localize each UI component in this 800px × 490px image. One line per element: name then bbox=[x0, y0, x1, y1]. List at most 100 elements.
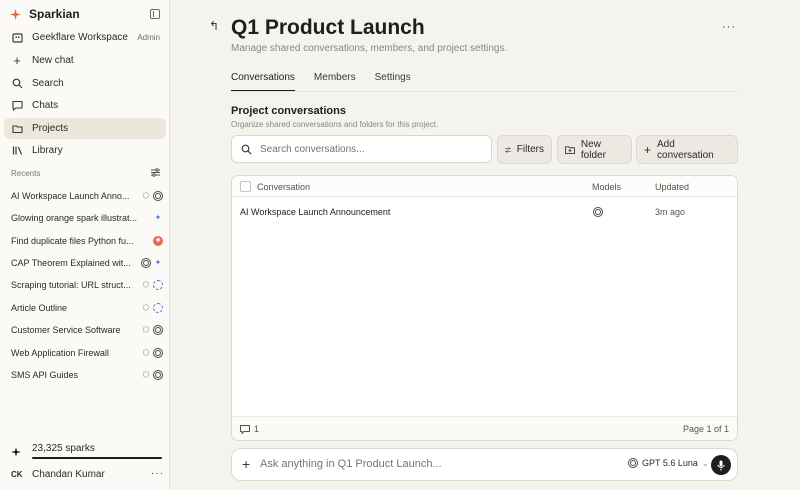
more-options-icon[interactable]: ··· bbox=[722, 21, 736, 33]
section-title: Project conversations bbox=[231, 105, 346, 117]
add-conversation-button-label: Add conversation bbox=[657, 138, 714, 161]
user-name[interactable]: Chandan Kumar bbox=[32, 469, 105, 480]
gpt-icon bbox=[593, 207, 603, 217]
brand[interactable]: Sparkian bbox=[10, 6, 80, 22]
sidebar-item-label: Projects bbox=[32, 123, 69, 134]
building-icon bbox=[11, 32, 23, 44]
gpt-icon bbox=[153, 325, 163, 335]
folder-plus-icon bbox=[565, 145, 575, 154]
recent-chat-item[interactable]: Web Application Firewall ⬡ bbox=[11, 345, 163, 361]
column-header-updated[interactable]: Updated bbox=[655, 182, 689, 192]
gpt-icon bbox=[141, 258, 151, 268]
section-subtitle: Organize shared conversations and folder… bbox=[231, 120, 439, 129]
library-icon bbox=[11, 145, 23, 157]
table-footer: 1 Page 1 of 1 bbox=[232, 416, 737, 440]
recent-chat-item[interactable]: Find duplicate files Python fu... ✺ bbox=[11, 233, 163, 249]
chat-icon bbox=[240, 424, 250, 434]
claude-icon: ✺ bbox=[153, 236, 163, 246]
conversation-title: AI Workspace Launch Announcement bbox=[240, 207, 391, 217]
filter-icon bbox=[505, 147, 511, 152]
page-subtitle: Manage shared conversations, members, an… bbox=[231, 43, 508, 54]
recent-chat-title: Customer Service Software bbox=[11, 325, 121, 335]
gpt-icon bbox=[628, 458, 638, 468]
gemini-icon: ✦ bbox=[154, 213, 162, 222]
recent-chat-item[interactable]: AI Workspace Launch Anno... ⬡ bbox=[11, 188, 163, 204]
sidebar-item-projects[interactable]: Projects bbox=[4, 118, 166, 139]
recent-chat-item[interactable]: CAP Theorem Explained wit... ✦ bbox=[11, 255, 163, 271]
recent-chat-title: Web Application Firewall bbox=[11, 348, 109, 358]
column-header-models[interactable]: Models bbox=[592, 182, 621, 192]
recent-chat-title: Article Outline bbox=[11, 303, 68, 313]
cube-icon: ⬡ bbox=[142, 280, 150, 289]
sidebar-item-label: Library bbox=[32, 145, 63, 156]
recent-chat-title: AI Workspace Launch Anno... bbox=[11, 191, 130, 201]
search-input[interactable] bbox=[260, 143, 480, 155]
sparks-balance: 23,325 sparks bbox=[32, 443, 95, 454]
chat-icon bbox=[11, 100, 23, 112]
tab-members[interactable]: Members bbox=[314, 72, 356, 92]
chat-input[interactable] bbox=[260, 458, 590, 470]
back-arrow-icon[interactable]: ↰ bbox=[209, 19, 219, 33]
sidebar-item-new-chat[interactable]: + New chat bbox=[4, 50, 166, 71]
sidebar-item-label: New chat bbox=[32, 55, 74, 66]
avatar[interactable]: CK bbox=[11, 470, 23, 479]
tabs-divider bbox=[231, 91, 738, 92]
new-folder-button[interactable]: New folder bbox=[557, 135, 632, 164]
sidebar-item-search[interactable]: Search bbox=[4, 73, 166, 94]
tab-settings[interactable]: Settings bbox=[375, 72, 411, 92]
search-box[interactable] bbox=[231, 135, 492, 163]
sidebar-item-chats[interactable]: Chats bbox=[4, 95, 166, 116]
attach-plus-icon[interactable]: + bbox=[242, 456, 250, 472]
recent-chat-item[interactable]: Glowing orange spark illustrat... ✦ bbox=[11, 210, 163, 226]
recent-chat-item[interactable]: SMS API Guides ⬡ bbox=[11, 367, 163, 383]
recents-heading: Recents bbox=[11, 169, 41, 178]
sparks-icon bbox=[11, 447, 21, 457]
sidebar-item-library[interactable]: Library bbox=[4, 140, 166, 161]
search-icon bbox=[241, 144, 252, 154]
recent-chat-title: SMS API Guides bbox=[11, 370, 79, 380]
projects-icon bbox=[11, 123, 23, 135]
model-selector[interactable]: GPT 5.6 Luna ⌄ bbox=[628, 458, 709, 468]
cube-icon: ⬡ bbox=[142, 191, 150, 200]
microphone-icon bbox=[717, 460, 725, 470]
cube-icon: ⬡ bbox=[142, 325, 150, 334]
perplexity-icon bbox=[153, 280, 163, 290]
table-row[interactable]: AI Workspace Launch Announcement 3m ago bbox=[232, 198, 737, 226]
search-icon bbox=[11, 78, 23, 90]
model-name: GPT 5.6 Luna bbox=[642, 458, 698, 468]
recent-chat-title: Find duplicate files Python fu... bbox=[11, 236, 134, 246]
recent-chat-item[interactable]: Customer Service Software ⬡ bbox=[11, 322, 163, 338]
column-header-conversation[interactable]: Conversation bbox=[257, 182, 310, 192]
recent-chat-item[interactable]: Article Outline ⬡ bbox=[11, 300, 163, 316]
sidebar: Sparkian Geekflare Workspace Admin + New… bbox=[0, 0, 170, 490]
sidebar-item-label: Search bbox=[32, 78, 64, 89]
updated-time: 3m ago bbox=[655, 207, 686, 217]
filter-icon[interactable] bbox=[151, 168, 160, 177]
workspace-role-badge: Admin bbox=[137, 33, 160, 42]
table-header: Conversation Models Updated bbox=[232, 176, 737, 197]
workspace-switcher[interactable]: Geekflare Workspace Admin bbox=[4, 27, 166, 48]
recent-chat-title: CAP Theorem Explained wit... bbox=[11, 258, 131, 268]
gemini-icon: ✦ bbox=[154, 258, 162, 267]
sidebar-item-label: Chats bbox=[32, 100, 59, 111]
more-icon[interactable]: ··· bbox=[151, 468, 164, 479]
select-all-checkbox[interactable] bbox=[240, 181, 251, 192]
conversations-table: Conversation Models Updated AI Workspace… bbox=[231, 175, 738, 441]
gpt-icon bbox=[153, 370, 163, 380]
add-conversation-button[interactable]: + Add conversation bbox=[636, 135, 738, 164]
new-folder-button-label: New folder bbox=[580, 138, 606, 161]
collapse-sidebar-icon[interactable] bbox=[150, 9, 160, 19]
cube-icon: ⬡ bbox=[142, 348, 150, 357]
pagination: Page 1 of 1 bbox=[682, 424, 729, 434]
filters-button-label: Filters bbox=[516, 144, 544, 155]
filters-button[interactable]: Filters bbox=[497, 135, 552, 164]
microphone-button[interactable] bbox=[711, 455, 731, 475]
recent-chat-item[interactable]: Scraping tutorial: URL struct... ⬡ bbox=[11, 277, 163, 293]
tab-conversations[interactable]: Conversations bbox=[231, 72, 295, 92]
brand-name: Sparkian bbox=[29, 7, 80, 21]
conversation-count-value: 1 bbox=[254, 424, 260, 434]
conversation-count: 1 bbox=[240, 424, 259, 434]
recent-chat-title: Scraping tutorial: URL struct... bbox=[11, 280, 131, 290]
chevron-down-icon: ⌄ bbox=[701, 458, 709, 468]
gpt-icon bbox=[153, 191, 163, 201]
